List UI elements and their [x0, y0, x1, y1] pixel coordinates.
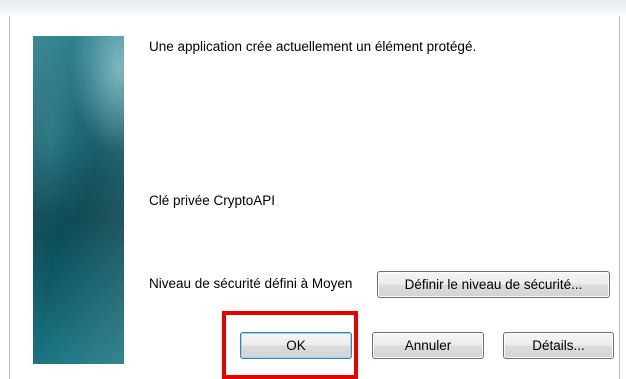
set-security-level-button[interactable]: Définir le niveau de sécurité...: [377, 271, 610, 298]
ok-button[interactable]: OK: [240, 332, 352, 359]
cancel-button[interactable]: Annuler: [372, 332, 484, 359]
private-key-label: Clé privée CryptoAPI: [149, 193, 276, 208]
window-frame-top: [0, 0, 626, 16]
details-button[interactable]: Détails...: [503, 332, 614, 359]
security-level-label: Niveau de sécurité défini à Moyen: [149, 276, 353, 291]
side-banner-image: [33, 36, 124, 364]
dialog-message: Une application crée actuellement un élé…: [149, 39, 477, 54]
